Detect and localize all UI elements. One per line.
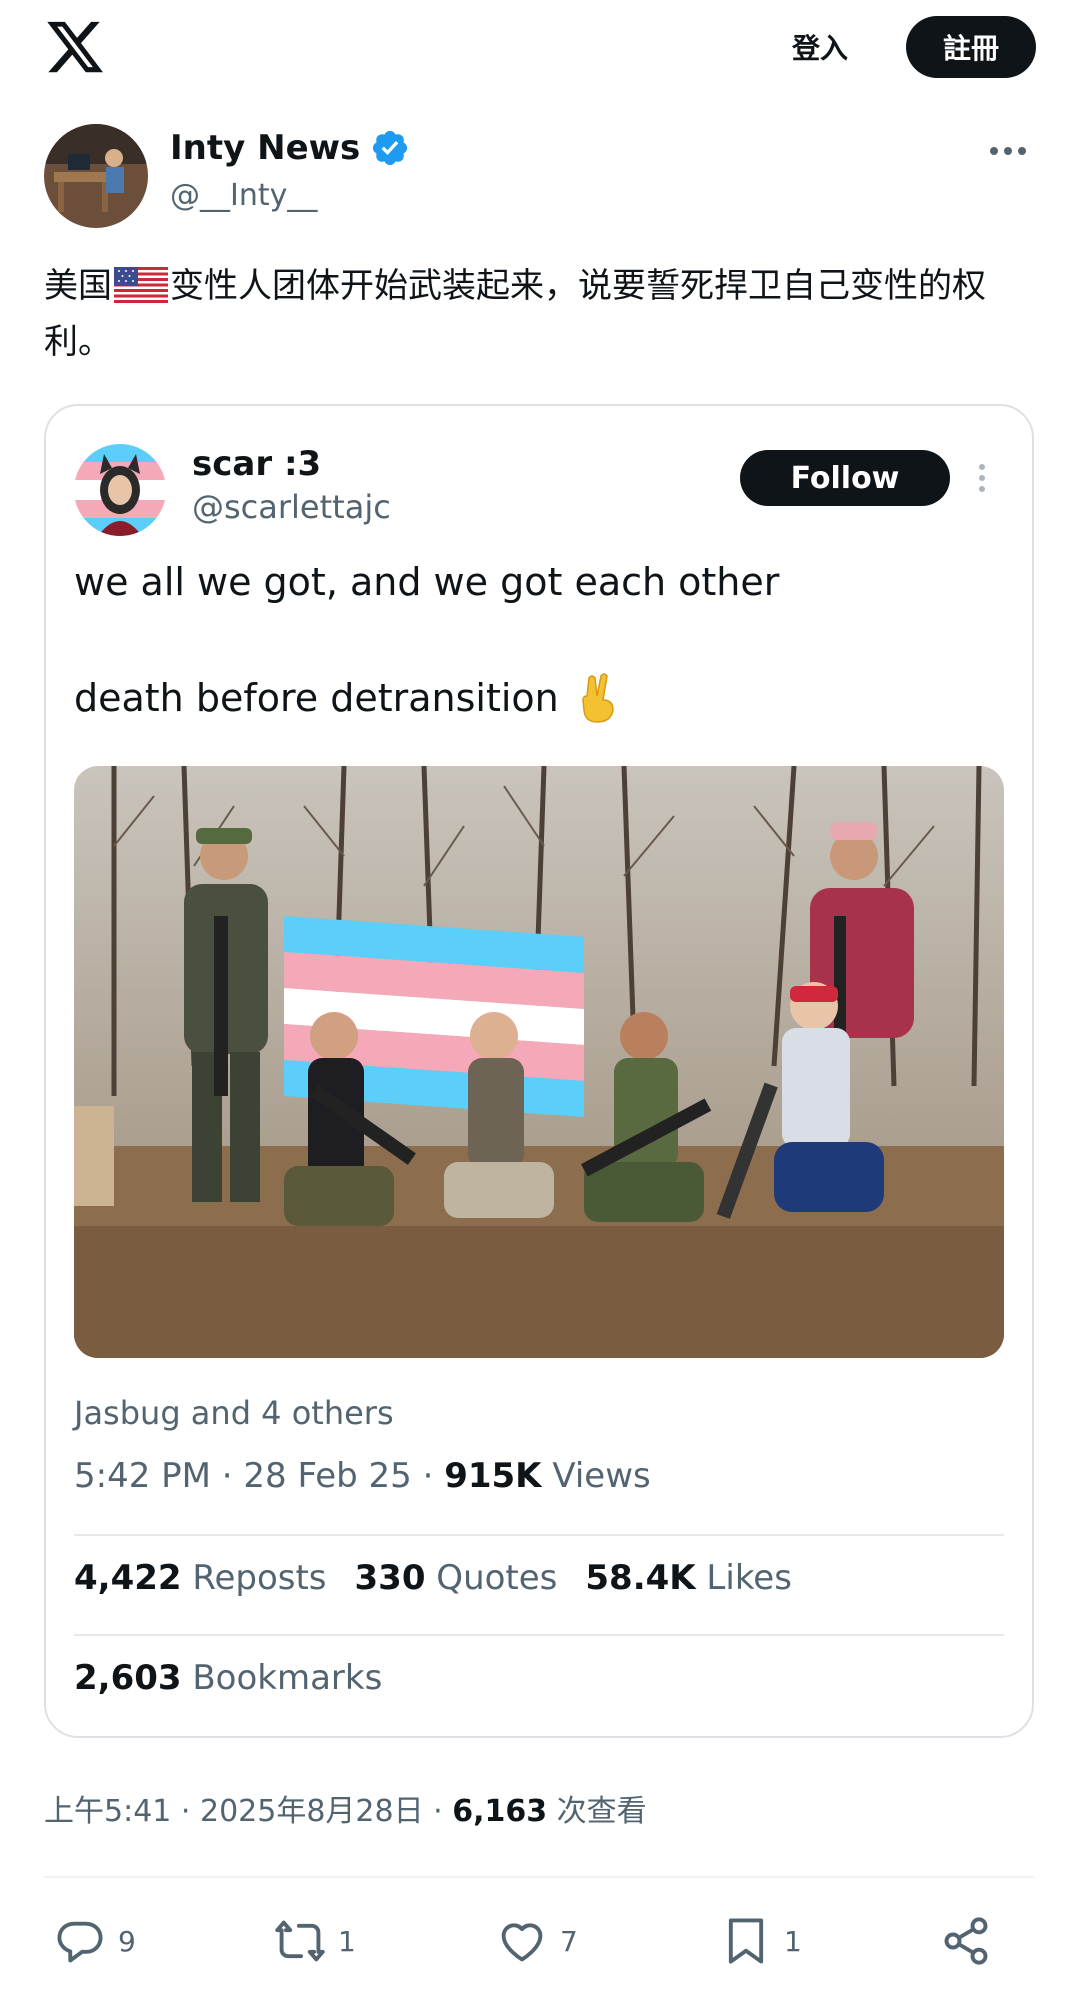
repost-icon	[275, 1920, 325, 1962]
like-icon	[501, 1923, 543, 1962]
quoted-likes: 58.4K Likes	[585, 1558, 792, 1598]
quoted-meta: 5:42 PM · 28 Feb 25 · 915K Views	[74, 1456, 651, 1496]
peace-hand-icon	[582, 673, 614, 723]
quoted-quotes: 330 Quotes	[355, 1558, 558, 1598]
author-avatar[interactable]	[44, 124, 148, 228]
repost-count: 1	[338, 1924, 356, 1958]
quoted-text-line2: death before detransition	[74, 672, 621, 724]
repost-button[interactable]: 1	[274, 1906, 356, 1976]
quoted-reposts: 4,422 Reposts	[74, 1558, 327, 1598]
quoted-quotes-count: 330	[354, 1558, 426, 1598]
like-count: 7	[560, 1924, 578, 1958]
reply-icon	[57, 1921, 103, 1963]
login-button[interactable]: 登入	[770, 22, 870, 72]
quoted-more-icon	[979, 464, 985, 492]
bookmark-icon	[728, 1918, 764, 1964]
tweet-text-part1: 美国	[44, 266, 112, 306]
tweet-text-part2: 变性人团体开始武装起来，说要誓死捍卫自己变性的权利。	[44, 266, 986, 362]
quoted-bookmarks-label: Bookmarks	[181, 1658, 383, 1698]
quoted-views-count: 915K	[444, 1456, 542, 1496]
more-icon[interactable]	[986, 136, 1030, 166]
quoted-avatar	[74, 444, 166, 536]
like-button[interactable]: 7	[496, 1906, 578, 1976]
quoted-handle: @scarlettajc	[192, 488, 391, 526]
author-handle[interactable]: @__Inty__	[170, 178, 317, 213]
quoted-reposts-label: Reposts	[181, 1558, 327, 1598]
quoted-likers: Jasbug and 4 others	[74, 1394, 394, 1432]
post-time[interactable]: 上午5:41 · 2025年8月28日 ·	[44, 1794, 452, 1829]
author-display-name[interactable]: Inty News	[170, 128, 360, 168]
verified-badge-icon	[373, 130, 408, 166]
quoted-display-name: scar :3	[192, 444, 322, 484]
top-bar: 登入 註冊	[0, 0, 1080, 96]
quoted-likes-count: 58.4K	[585, 1558, 696, 1598]
quoted-likes-label: Likes	[695, 1558, 792, 1598]
share-button[interactable]	[940, 1906, 992, 1976]
group-photo	[74, 766, 1004, 1358]
post-timestamp[interactable]: 上午5:41 · 2025年8月28日 · 6,163 次查看	[44, 1786, 647, 1830]
action-bar: 9 1 7 1	[0, 1906, 1080, 1976]
post-views-label: 次查看	[547, 1794, 647, 1829]
reply-count: 9	[118, 1924, 136, 1958]
quoted-tweet-image[interactable]: scar :3 @scarlettajc Follow we all we go…	[44, 404, 1034, 1738]
quoted-stats: 4,422 Reposts 330 Quotes 58.4K Likes	[74, 1558, 792, 1598]
tweet-text: 美国 变性人团体开始武装起来，说要誓死捍卫自己变性的权利。	[44, 258, 1034, 370]
x-logo-icon[interactable]	[44, 16, 106, 78]
quoted-divider	[74, 1534, 1004, 1536]
quoted-text-line2-label: death before detransition	[74, 676, 559, 720]
quoted-text-line1: we all we got, and we got each other	[74, 560, 780, 604]
us-flag-icon	[114, 267, 168, 303]
bookmark-count: 1	[784, 1924, 802, 1958]
quoted-divider	[74, 1634, 1004, 1636]
quoted-bookmarks: 2,603 Bookmarks	[74, 1658, 382, 1698]
signup-button[interactable]: 註冊	[906, 16, 1036, 78]
share-icon	[944, 1917, 988, 1965]
author-name[interactable]: Inty News	[170, 128, 410, 168]
reply-button[interactable]: 9	[54, 1906, 136, 1976]
quoted-reposts-count: 4,422	[74, 1558, 182, 1598]
follow-button: Follow	[740, 450, 950, 506]
bookmark-button[interactable]: 1	[720, 1906, 802, 1976]
divider	[44, 1876, 1034, 1878]
quoted-bookmarks-count: 2,603	[74, 1658, 182, 1698]
post-views-count: 6,163	[452, 1794, 548, 1829]
quoted-time: 5:42 PM · 28 Feb 25 ·	[74, 1456, 445, 1496]
quoted-quotes-label: Quotes	[425, 1558, 558, 1598]
quoted-views-label: Views	[541, 1456, 651, 1496]
